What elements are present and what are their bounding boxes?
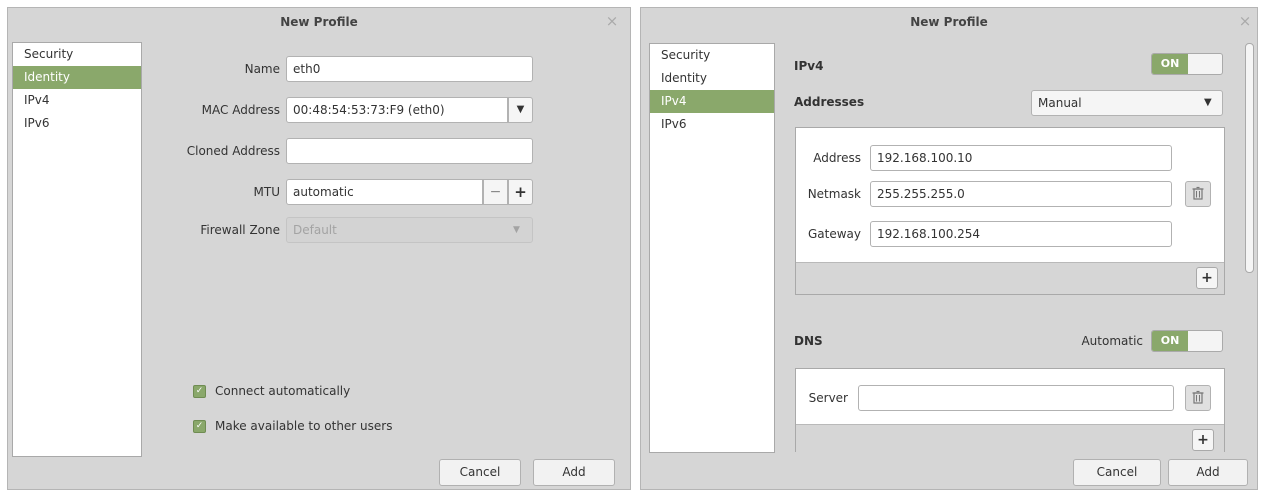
add-dns-button[interactable]: + (1192, 429, 1214, 451)
address-field[interactable]: 192.168.100.10 (870, 145, 1172, 171)
mac-address-label: MAC Address (201, 103, 280, 117)
plus-icon[interactable]: + (508, 179, 533, 205)
ipv4-toggle[interactable]: ON (1151, 53, 1223, 75)
settings-sidebar: Security Identity IPv4 IPv6 (649, 43, 775, 453)
dropdown-arrow-icon: ▼ (513, 225, 520, 235)
sidebar-item-identity[interactable]: Identity (13, 66, 141, 89)
add-button[interactable]: Add (533, 459, 615, 486)
new-profile-dialog-identity: New Profile × Security Identity IPv4 IPv… (7, 7, 631, 490)
addresses-heading: Addresses (794, 95, 865, 109)
connect-automatically-checkbox[interactable]: ✓ (193, 385, 206, 398)
cloned-address-label: Cloned Address (186, 144, 280, 158)
dns-panel-footer: + (796, 424, 1224, 452)
addresses-method-combo[interactable]: Manual (1031, 90, 1223, 116)
ipv4-toggle-state: ON (1152, 54, 1188, 74)
cancel-button[interactable]: Cancel (439, 459, 521, 486)
name-field[interactable]: eth0 (286, 56, 533, 82)
dns-automatic-label: Automatic (1081, 334, 1143, 348)
dropdown-arrow-icon: ▼ (1204, 97, 1212, 108)
mtu-label: MTU (253, 185, 280, 199)
addresses-panel: Address 192.168.100.10 Netmask 255.255.2… (795, 127, 1225, 295)
minus-icon[interactable]: − (483, 179, 508, 205)
ipv4-heading: IPv4 (794, 59, 824, 73)
close-icon[interactable]: × (1237, 13, 1253, 29)
sidebar-item-ipv4[interactable]: IPv4 (650, 90, 774, 113)
available-to-users-checkbox[interactable]: ✓ (193, 420, 206, 433)
dialog-title: New Profile (280, 15, 358, 29)
dns-toggle[interactable]: ON (1151, 330, 1223, 352)
dns-panel: Server + (795, 368, 1225, 452)
dns-heading: DNS (794, 334, 823, 348)
trash-icon[interactable] (1185, 385, 1211, 411)
dialog-title: New Profile (910, 15, 988, 29)
gateway-field[interactable]: 192.168.100.254 (870, 221, 1172, 247)
server-label: Server (808, 391, 848, 405)
address-label: Address (813, 151, 861, 165)
dns-server-field[interactable] (858, 385, 1174, 411)
settings-sidebar: Security Identity IPv4 IPv6 (12, 42, 142, 457)
netmask-label: Netmask (807, 187, 861, 201)
firewall-zone-combo: Default (286, 217, 533, 243)
new-profile-dialog-ipv4: New Profile × Security Identity IPv4 IPv… (640, 7, 1258, 490)
sidebar-item-ipv6[interactable]: IPv6 (13, 112, 141, 135)
cloned-address-field[interactable] (286, 138, 533, 164)
cancel-button[interactable]: Cancel (1073, 459, 1161, 486)
close-icon[interactable]: × (604, 13, 620, 29)
sidebar-item-security[interactable]: Security (13, 43, 141, 66)
dropdown-arrow-icon[interactable]: ▼ (508, 97, 533, 123)
add-button[interactable]: Add (1168, 459, 1248, 486)
mac-address-combo[interactable]: 00:48:54:53:73:F9 (eth0) (286, 97, 508, 123)
name-label: Name (244, 62, 280, 76)
firewall-zone-label: Firewall Zone (200, 223, 280, 237)
dns-toggle-state: ON (1152, 331, 1188, 351)
addresses-panel-footer: + (796, 262, 1224, 294)
connect-automatically-label: Connect automatically (215, 384, 351, 398)
netmask-field[interactable]: 255.255.255.0 (870, 181, 1172, 207)
sidebar-item-ipv6[interactable]: IPv6 (650, 113, 774, 136)
trash-icon[interactable] (1185, 181, 1211, 207)
sidebar-item-security[interactable]: Security (650, 44, 774, 67)
sidebar-item-identity[interactable]: Identity (650, 67, 774, 90)
scrollbar-thumb[interactable] (1245, 43, 1254, 273)
gateway-label: Gateway (807, 227, 861, 241)
add-address-button[interactable]: + (1196, 267, 1218, 289)
available-to-users-label: Make available to other users (215, 419, 393, 433)
scrollbar[interactable] (1245, 43, 1254, 458)
sidebar-item-ipv4[interactable]: IPv4 (13, 89, 141, 112)
mtu-field[interactable]: automatic (286, 179, 483, 205)
